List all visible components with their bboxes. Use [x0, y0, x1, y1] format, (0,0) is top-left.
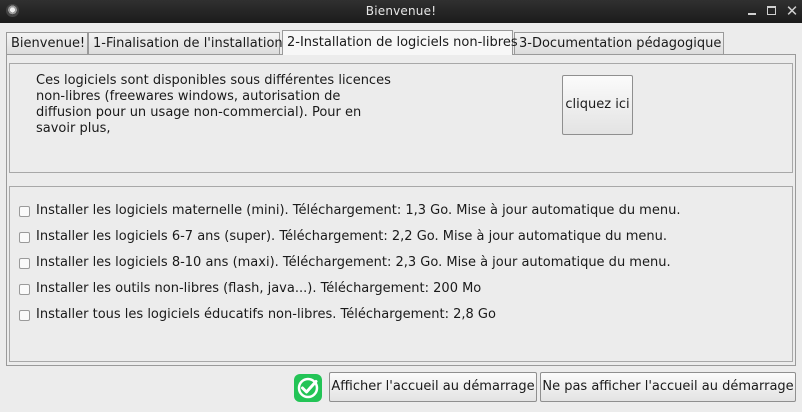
- tab-panel: Ces logiciels sont disponibles sous diff…: [6, 54, 796, 366]
- minimize-icon[interactable]: [744, 3, 760, 19]
- info-section: Ces logiciels sont disponibles sous diff…: [9, 63, 793, 173]
- checkbox[interactable]: [19, 258, 30, 269]
- option-label: Installer les outils non-libres (flash, …: [36, 281, 482, 296]
- option-label: Installer tous les logiciels éducatifs n…: [36, 307, 496, 322]
- tab-label: Bienvenue!: [11, 36, 86, 51]
- checkbox[interactable]: [19, 284, 30, 295]
- tab-logiciels-non-libres[interactable]: 2-Installation de logiciels non-libres: [282, 30, 518, 55]
- tab-finalisation[interactable]: 1-Finalisation de l'installation: [88, 32, 283, 54]
- checkbox[interactable]: [19, 206, 30, 217]
- info-text: Ces logiciels sont disponibles sous diff…: [36, 73, 391, 136]
- tab-documentation[interactable]: 3-Documentation pédagogique: [514, 32, 724, 54]
- show-welcome-button[interactable]: Afficher l'accueil au démarrage: [329, 372, 537, 402]
- maximize-icon[interactable]: [764, 3, 780, 19]
- close-icon[interactable]: ✕: [784, 3, 800, 19]
- option-label: Installer les logiciels maternelle (mini…: [36, 203, 681, 218]
- window-title: Bienvenue!: [365, 4, 437, 18]
- checkmark-icon: [294, 374, 322, 402]
- tab-bienvenue[interactable]: Bienvenue!: [6, 32, 88, 54]
- option-label: Installer les logiciels 6-7 ans (super).…: [36, 229, 667, 244]
- tab-label: 1-Finalisation de l'installation: [93, 36, 283, 51]
- options-list: Installer les logiciels maternelle (mini…: [9, 186, 793, 362]
- tab-label: 2-Installation de logiciels non-libres: [287, 35, 518, 50]
- hide-welcome-button[interactable]: Ne pas afficher l'accueil au démarrage: [540, 372, 796, 402]
- option-label: Installer les logiciels 8-10 ans (maxi).…: [36, 255, 671, 270]
- title-bar: Bienvenue! ✕: [0, 0, 802, 23]
- checkbox[interactable]: [19, 310, 30, 321]
- tab-label: 3-Documentation pédagogique: [519, 36, 722, 51]
- more-info-button[interactable]: cliquez ici: [562, 75, 633, 135]
- checkbox[interactable]: [19, 232, 30, 243]
